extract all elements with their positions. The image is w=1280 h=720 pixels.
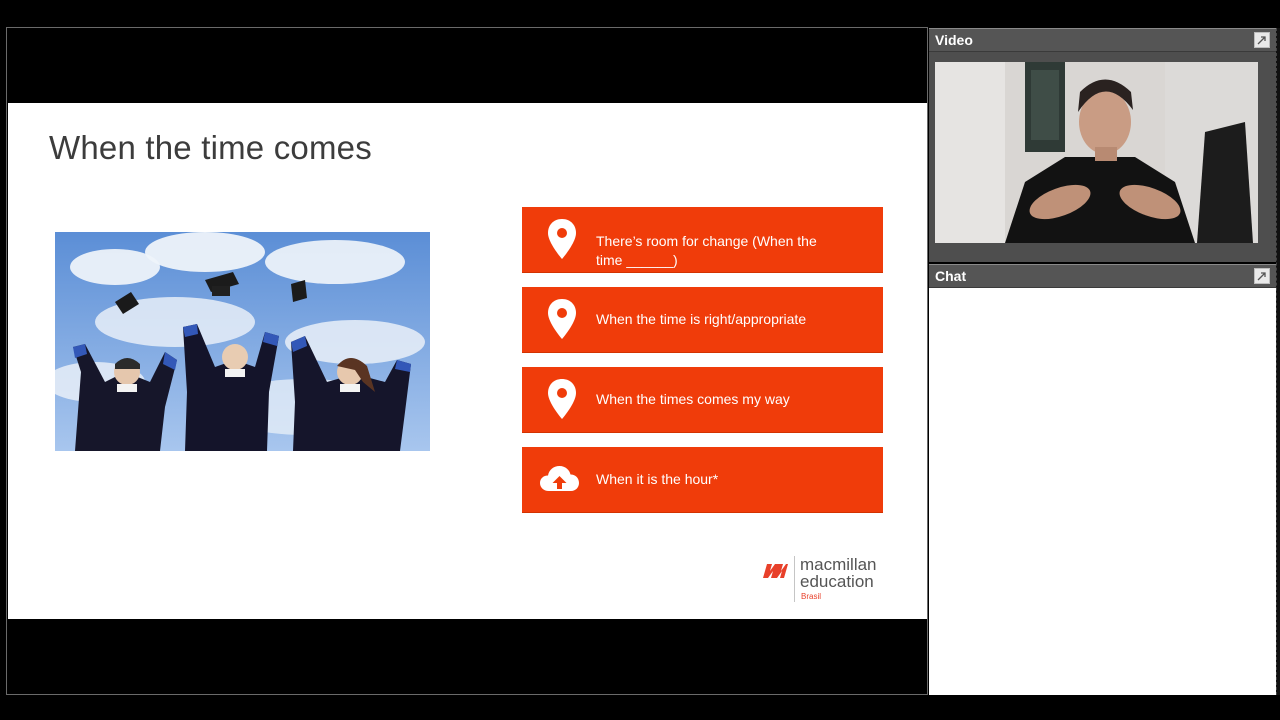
card-the-hour: When it is the hour* [522, 447, 883, 512]
cloud-upload-icon [540, 455, 580, 503]
card-text: When the time is right/appropriate [596, 311, 807, 327]
webcam-video[interactable] [935, 62, 1258, 243]
card-text: When the times comes my way [596, 391, 790, 407]
logo-divider [794, 556, 795, 602]
chat-expand-button[interactable] [1254, 268, 1270, 284]
logo-text-brasil: Brasil [801, 592, 822, 601]
chat-panel-body[interactable] [929, 288, 1276, 695]
map-pin-icon [544, 215, 580, 263]
map-pin-icon [544, 375, 580, 423]
chat-panel-header: Chat [929, 264, 1276, 288]
video-expand-button[interactable] [1254, 32, 1270, 48]
card-room-for-change: There’s room for change (When the time _… [522, 207, 883, 272]
map-pin-icon [544, 295, 580, 343]
expand-icon [1257, 36, 1266, 45]
card-text: There’s room for change (When the time _… [596, 233, 817, 268]
card-text: When it is the hour* [596, 471, 719, 487]
graduates-photo [55, 232, 430, 451]
expand-icon [1257, 272, 1266, 281]
video-panel-header: Video [929, 28, 1276, 52]
slide: When the time comes There’s room for cha… [8, 103, 927, 619]
video-panel-title: Video [935, 32, 973, 48]
logo-text-education: education [800, 572, 874, 591]
window-edge-scrollbar[interactable] [1276, 28, 1280, 695]
card-time-right: When the time is right/appropriate [522, 287, 883, 352]
card-times-comes-my-way: When the times comes my way [522, 367, 883, 432]
macmillan-education-logo: macmillan education Brasil [762, 554, 892, 604]
chat-panel-title: Chat [935, 268, 967, 284]
slide-title: When the time comes [49, 129, 372, 166]
macmillan-logo-mark-icon [762, 560, 788, 585]
